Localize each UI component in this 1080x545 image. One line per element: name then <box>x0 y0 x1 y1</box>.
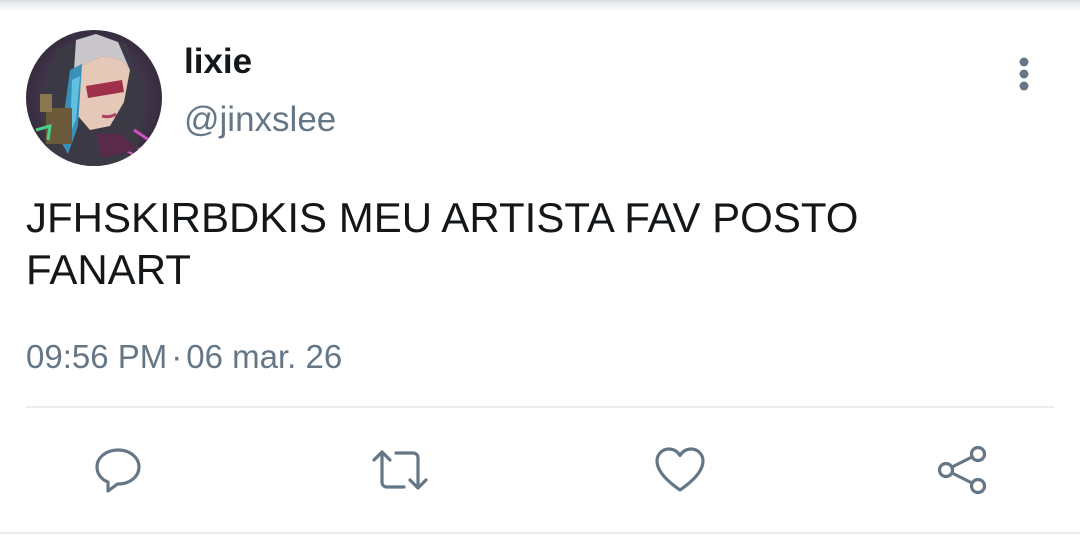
timestamp: 09:56 PM · 06 mar. 26 <box>26 336 342 378</box>
divider <box>26 406 1054 408</box>
reply-button[interactable] <box>88 440 148 500</box>
share-button[interactable] <box>932 440 992 500</box>
tweet-date: 06 mar. 26 <box>186 338 343 375</box>
tweet-time: 09:56 PM <box>26 338 168 375</box>
like-button[interactable] <box>650 440 710 500</box>
speech-bubble-icon <box>95 448 141 493</box>
heart-icon <box>655 447 705 492</box>
tweet-card: lixie @jinxslee JFHSKIRBDKIS MEU ARTISTA… <box>0 0 1080 545</box>
bottom-divider <box>0 532 1080 534</box>
avatar[interactable] <box>26 30 162 166</box>
top-shadow <box>0 0 1080 12</box>
retweet-icon <box>372 450 428 490</box>
user-handle[interactable]: @jinxslee <box>184 98 336 142</box>
timestamp-separator: · <box>171 338 183 375</box>
more-vertical-icon <box>1019 57 1029 91</box>
retweet-button[interactable] <box>370 440 430 500</box>
tweet-text: JFHSKIRBDKIS MEU ARTISTA FAV POSTO FANAR… <box>26 194 859 293</box>
avatar-image <box>26 30 162 166</box>
more-options-button[interactable] <box>1004 52 1044 96</box>
display-name[interactable]: lixie <box>184 42 252 82</box>
share-icon <box>937 445 987 495</box>
